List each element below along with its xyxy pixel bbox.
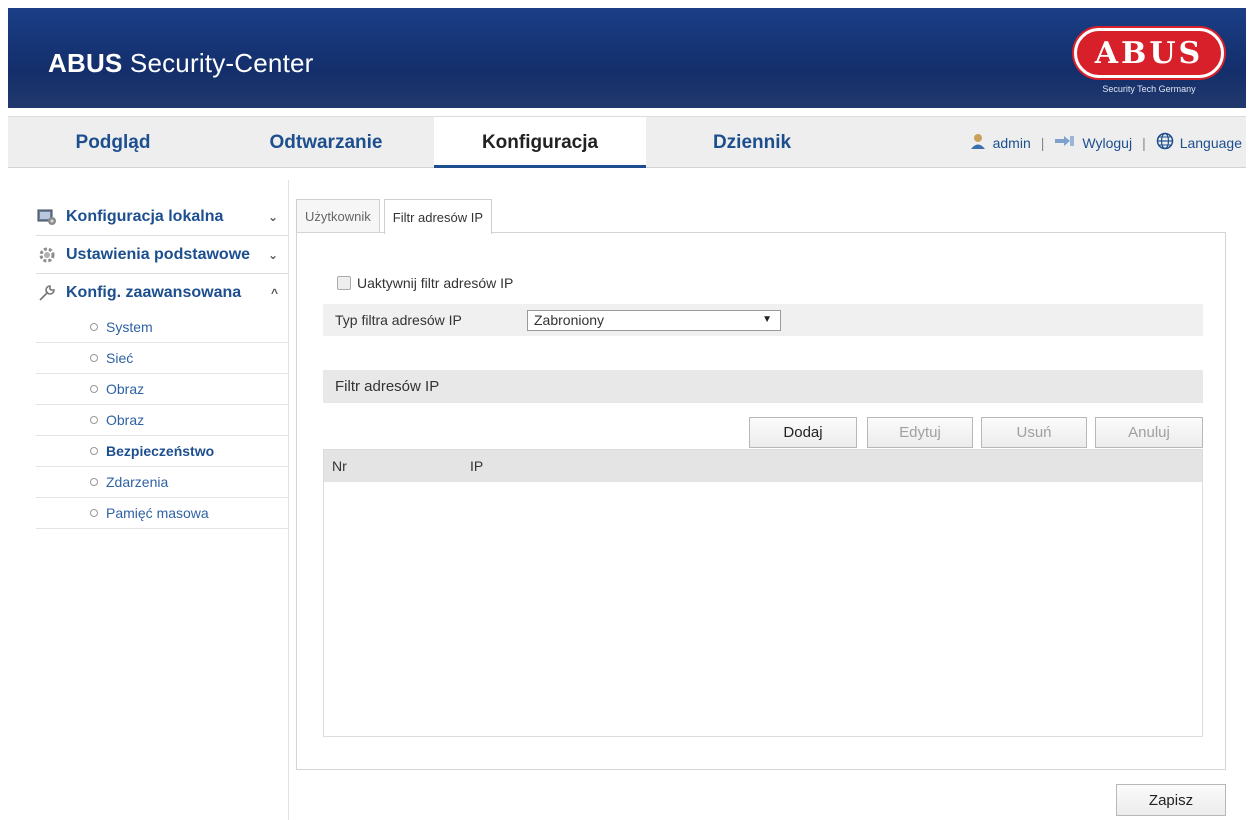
tab-dziennik[interactable]: Dziennik bbox=[646, 117, 858, 168]
chevron-up-icon: ^ bbox=[270, 286, 278, 300]
add-button[interactable]: Dodaj bbox=[749, 417, 857, 448]
save-button[interactable]: Zapisz bbox=[1116, 784, 1226, 816]
add-button-label: Dodaj bbox=[783, 424, 823, 441]
ip-filter-type-row: Typ filtra adresów IP Zabroniony ▼ bbox=[323, 304, 1203, 336]
sidebar-item-network[interactable]: Sieć bbox=[36, 343, 288, 374]
subtab-user-label: Użytkownik bbox=[305, 209, 371, 224]
sidebar-item-label: Pamięć masowa bbox=[106, 505, 209, 521]
ip-filter-type-value: Zabroniony bbox=[534, 312, 605, 328]
bullet-icon bbox=[90, 385, 98, 393]
language-link[interactable]: Language bbox=[1180, 135, 1242, 151]
logout-link[interactable]: Wyloguj bbox=[1082, 135, 1132, 151]
sidebar-item-label: Obraz bbox=[106, 412, 145, 428]
subtab-ip-filter[interactable]: Filtr adresów IP bbox=[383, 199, 493, 234]
enable-ip-filter-checkbox[interactable] bbox=[337, 276, 351, 290]
cancel-button-label: Anuluj bbox=[1128, 424, 1170, 441]
ip-filter-section-title: Filtr adresów IP bbox=[335, 378, 440, 395]
sidebar-item-label: Bezpieczeństwo bbox=[106, 443, 215, 459]
sidebar-item-image[interactable]: Obraz bbox=[36, 374, 288, 405]
subtab-ip-filter-label: Filtr adresów IP bbox=[392, 209, 484, 225]
sidebar-item-label: Sieć bbox=[106, 350, 134, 366]
sidebar-item-storage[interactable]: Pamięć masowa bbox=[36, 498, 288, 529]
sidebar-item-system[interactable]: System bbox=[36, 312, 288, 343]
bullet-icon bbox=[90, 323, 98, 331]
tab-odtwarzanie[interactable]: Odtwarzanie bbox=[218, 117, 434, 168]
edit-button-label: Edytuj bbox=[899, 424, 941, 441]
user-icon bbox=[969, 132, 987, 153]
sidebar-item-image-2[interactable]: Obraz bbox=[36, 405, 288, 436]
sidebar-group-label: Ustawienia podstawowe bbox=[66, 245, 251, 263]
enable-ip-filter-row: Uaktywnij filtr adresów IP bbox=[337, 275, 513, 291]
sidebar-divider bbox=[288, 180, 289, 820]
abus-logo-tagline: Security Tech Germany bbox=[1102, 84, 1196, 94]
sidebar-group-local-config[interactable]: Konfiguracja lokalna ⌄ bbox=[36, 198, 288, 236]
bullet-icon bbox=[90, 447, 98, 455]
sidebar-group-label: Konfiguracja lokalna bbox=[66, 207, 224, 225]
bullet-icon bbox=[90, 416, 98, 424]
ip-filter-table: Nr IP bbox=[323, 449, 1203, 737]
user-name[interactable]: admin bbox=[993, 135, 1031, 151]
edit-button[interactable]: Edytuj bbox=[867, 417, 973, 448]
top-navigation: Podgląd Odtwarzanie Konfiguracja Dzienni… bbox=[8, 116, 1246, 168]
save-button-label: Zapisz bbox=[1148, 791, 1194, 809]
ip-filter-type-label: Typ filtra adresów IP bbox=[335, 312, 462, 328]
sidebar-item-label: System bbox=[106, 319, 153, 335]
chevron-down-icon: ⌄ bbox=[267, 209, 278, 224]
sidebar-group-label: Konfig. zaawansowana bbox=[66, 284, 242, 301]
chevron-down-icon: ⌄ bbox=[267, 247, 278, 262]
dropdown-arrow-icon: ▼ bbox=[762, 313, 772, 325]
delete-button-label: Usuń bbox=[1016, 424, 1052, 441]
tab-konfiguracja-label: Konfiguracja bbox=[481, 131, 599, 153]
sidebar: Konfiguracja lokalna ⌄ Ustawienia podsta… bbox=[36, 198, 288, 529]
column-header-ip: IP bbox=[470, 458, 484, 474]
ip-filter-type-select[interactable]: Zabroniony ▼ bbox=[527, 309, 781, 331]
subtab-user[interactable]: Użytkownik bbox=[296, 199, 380, 233]
subtab-bar: Użytkownik Filtr adresów IP bbox=[296, 199, 496, 234]
sidebar-item-label: Zdarzenia bbox=[106, 474, 169, 490]
separator-2: | bbox=[1142, 134, 1146, 151]
tab-odtwarzanie-label: Odtwarzanie bbox=[269, 131, 383, 153]
tab-konfiguracja[interactable]: Konfiguracja bbox=[434, 117, 646, 168]
tab-podglad-label: Podgląd bbox=[75, 131, 151, 153]
globe-icon bbox=[1156, 132, 1174, 153]
wrench-icon bbox=[36, 282, 58, 304]
bullet-icon bbox=[90, 478, 98, 486]
app-header: ABUS Security-Center ABUS Security Tech … bbox=[8, 8, 1246, 108]
abus-logo-mark: ABUS bbox=[1074, 28, 1224, 78]
sidebar-item-security[interactable]: Bezpieczeństwo bbox=[36, 436, 288, 467]
delete-button[interactable]: Usuń bbox=[981, 417, 1087, 448]
sidebar-group-basic-settings[interactable]: Ustawienia podstawowe ⌄ bbox=[36, 236, 288, 274]
logout-icon bbox=[1054, 134, 1076, 151]
ip-filter-section-header: Filtr adresów IP bbox=[323, 370, 1203, 403]
tab-dziennik-label: Dziennik bbox=[712, 131, 792, 153]
tab-podglad[interactable]: Podgląd bbox=[8, 117, 218, 168]
abus-logo: ABUS Security Tech Germany bbox=[1074, 28, 1224, 104]
column-header-nr: Nr bbox=[332, 458, 347, 474]
gear-icon bbox=[36, 244, 58, 266]
app-title-bold: ABUS bbox=[48, 48, 123, 78]
user-controls: admin | Wyloguj | Language bbox=[969, 117, 1242, 168]
sidebar-item-label: Obraz bbox=[106, 381, 145, 397]
sidebar-item-events[interactable]: Zdarzenia bbox=[36, 467, 288, 498]
sidebar-group-advanced-config[interactable]: Konfig. zaawansowana ^ bbox=[36, 274, 288, 312]
content-panel: Uaktywnij filtr adresów IP Typ filtra ad… bbox=[296, 232, 1226, 770]
bullet-icon bbox=[90, 509, 98, 517]
monitor-icon bbox=[36, 206, 58, 228]
table-header: Nr IP bbox=[324, 450, 1202, 482]
app-title: ABUS Security-Center bbox=[48, 48, 314, 79]
separator-1: | bbox=[1040, 134, 1045, 151]
app-title-rest: Security-Center bbox=[122, 48, 314, 78]
cancel-button[interactable]: Anuluj bbox=[1095, 417, 1203, 448]
enable-ip-filter-label: Uaktywnij filtr adresów IP bbox=[357, 275, 514, 291]
bullet-icon bbox=[90, 354, 98, 362]
